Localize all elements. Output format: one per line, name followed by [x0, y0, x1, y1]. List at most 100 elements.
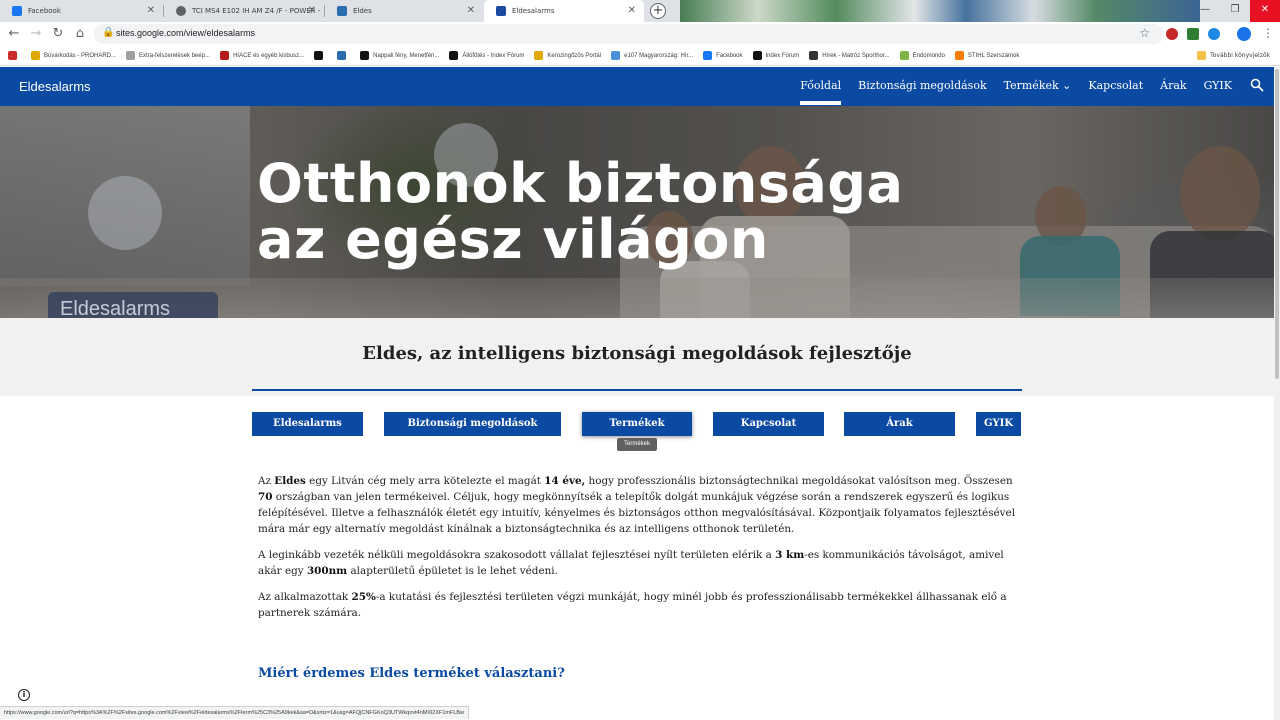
tab-title: Eldesalarms — [512, 7, 555, 15]
paragraph: Az Eldes egy Litván cég mely arra kötele… — [258, 475, 1016, 535]
bookmark-favicon-icon — [126, 51, 136, 60]
emphasis: 25% — [351, 591, 376, 603]
bookmark-item[interactable]: Extra-felszerelések beép... — [126, 51, 210, 60]
intro-text: Az Eldes egy Litván cég mely arra kötele… — [258, 473, 1023, 631]
extension-green-icon[interactable] — [1187, 28, 1199, 40]
url-text[interactable]: sites.google.com/view/eldesalarms — [116, 28, 255, 38]
bookmark-label: Endomondo — [912, 52, 945, 59]
bookmark-item[interactable]: HIACE és egyéb kisbusz... — [220, 51, 304, 60]
bookmark-item[interactable]: e107 Magyarország: Hír... — [611, 51, 693, 60]
browser-menu-icon[interactable]: ⋮ — [1262, 26, 1274, 40]
extension-blue-icon[interactable] — [1208, 28, 1220, 40]
sites-favicon-icon — [496, 6, 506, 16]
section-divider — [252, 389, 1022, 391]
site-title[interactable]: Eldesalarms — [19, 79, 91, 94]
window-close-button[interactable]: ✕ — [1250, 0, 1280, 22]
lock-icon: 🔒 — [102, 27, 115, 38]
scrollbar-thumb[interactable] — [1275, 69, 1279, 379]
tab-close-icon[interactable]: ✕ — [308, 5, 316, 16]
search-icon[interactable] — [1250, 78, 1264, 92]
bookmark-item[interactable]: Búvárkodás - PROHARD... — [31, 51, 116, 60]
bookmark-favicon-icon — [360, 51, 370, 60]
bookmark-item[interactable]: Hírek - Matróz Sporthor... — [809, 51, 890, 60]
back-icon[interactable]: ← — [6, 26, 22, 42]
hero-badge: Eldesalarms — [48, 292, 218, 318]
bookmark-label: Állófűtés - Index Fórum — [462, 52, 525, 59]
profile-avatar-icon[interactable] — [1237, 27, 1251, 41]
emphasis: 70 — [258, 491, 273, 503]
maximize-button[interactable]: ❐ — [1220, 0, 1250, 22]
other-bookmarks-label: További könyvjelzők — [1210, 52, 1270, 59]
bookmark-favicon-icon — [8, 51, 17, 60]
emphasis: Eldes — [274, 475, 306, 487]
paragraph: Az alkalmazottak 25%-a kutatási és fejle… — [258, 591, 1007, 619]
home-icon[interactable]: ⌂ — [72, 26, 88, 42]
tab-title: Eldes — [353, 7, 372, 15]
bookmark-item[interactable]: Állófűtés - Index Fórum — [449, 51, 524, 60]
intro-band: Eldes, az intelligens biztonsági megoldá… — [0, 318, 1280, 396]
bookmark-item[interactable]: STIHL Szerszámok — [954, 51, 1020, 60]
nav-arak[interactable]: Árak — [1160, 79, 1186, 92]
bookmark-favicon-icon — [611, 51, 621, 60]
bookmark-label: STIHL Szerszámok — [967, 52, 1020, 59]
bookmark-favicon-icon — [31, 51, 40, 60]
termekek-button[interactable]: Termékek — [582, 412, 692, 436]
emphasis: 14 éve, — [544, 475, 586, 487]
omnibox[interactable]: 🔒 sites.google.com/view/eldesalarms ☆ — [94, 24, 1164, 44]
nav-fooldal[interactable]: Főoldal — [800, 79, 841, 105]
bookmark-item[interactable]: Nappali fény, Menetfén... — [360, 51, 439, 60]
extension-red-icon[interactable] — [1166, 28, 1178, 40]
bookmark-star-icon[interactable]: ☆ — [1139, 26, 1150, 40]
emphasis: 300nm — [306, 565, 348, 577]
bookmark-favicon-icon — [337, 51, 347, 60]
window-controls: — ❐ ✕ — [1190, 0, 1280, 22]
minimize-button[interactable]: — — [1190, 0, 1220, 22]
tab-close-icon[interactable]: ✕ — [628, 5, 636, 16]
bookmark-favicon-icon — [899, 51, 909, 60]
browser-tab-eldes[interactable]: Eldes ✕ — [325, 0, 483, 22]
nav-kapcsolat[interactable]: Kapcsolat — [1088, 79, 1143, 92]
browser-theme-background — [680, 0, 1200, 22]
reload-icon[interactable]: ↻ — [50, 26, 66, 42]
new-tab-button[interactable]: + — [650, 3, 666, 19]
bookmark-label: Index Fórum — [765, 52, 800, 59]
bookmark-label: Nappali fény, Menetfén... — [373, 52, 440, 59]
bookmark-favicon-icon — [314, 51, 324, 60]
bookmark-item[interactable]: Kerozingőzös Portál — [534, 51, 601, 60]
other-bookmarks[interactable]: További könyvjelzők — [1197, 51, 1270, 60]
forward-icon[interactable]: → — [28, 26, 44, 42]
bookmark-item[interactable]: Facebook — [703, 51, 743, 60]
browser-tab-tci[interactable]: TCI MS4 E102 IH AM Z4 /F - POWER - S ✕ — [164, 0, 324, 22]
hero-title: Otthonok biztonsága az egész világon — [257, 152, 904, 271]
bookmark-label: e107 Magyarország: Hír... — [624, 52, 694, 59]
garage-icon — [88, 176, 162, 250]
bookmark-label: Facebook — [716, 52, 743, 59]
biztonsagi-megoldasok-button[interactable]: Biztonsági megoldások — [384, 412, 561, 436]
bookmark-favicon-icon — [534, 51, 544, 60]
bookmark-item[interactable]: Index Fórum — [752, 51, 800, 60]
nav-termekek[interactable]: Termékek ⌄ — [1004, 79, 1072, 92]
tab-close-icon[interactable]: ✕ — [147, 5, 155, 16]
emphasis: 3 km — [775, 549, 805, 561]
gyik-button[interactable]: GYIK — [976, 412, 1021, 436]
hero-banner: Eldesalarms Otthonok biztonsága az egész… — [0, 106, 1280, 318]
nav-biztonsagi-megoldasok[interactable]: Biztonsági megoldások — [858, 79, 986, 92]
bookmark-label: HIACE és egyéb kisbusz... — [233, 52, 305, 59]
browser-tab-facebook[interactable]: Facebook ✕ — [0, 0, 163, 22]
arak-button[interactable]: Árak — [844, 412, 955, 436]
paragraph: A leginkább vezeték nélküli megoldásokra… — [258, 549, 1004, 577]
bookmark-item[interactable] — [337, 51, 350, 60]
browser-tab-eldesalarms[interactable]: Eldesalarms ✕ — [484, 0, 644, 22]
bookmark-item[interactable] — [8, 51, 21, 60]
bookmark-item[interactable] — [314, 51, 327, 60]
tab-close-icon[interactable]: ✕ — [467, 5, 475, 16]
eldesalarms-button[interactable]: Eldesalarms — [252, 412, 363, 436]
folder-icon — [1197, 51, 1207, 60]
bookmark-item[interactable]: Endomondo — [899, 51, 945, 60]
nav-gyik[interactable]: GYIK — [1204, 79, 1232, 92]
info-icon[interactable]: i — [18, 689, 30, 701]
button-tooltip: Termékek — [617, 438, 657, 451]
kapcsolat-button[interactable]: Kapcsolat — [713, 412, 824, 436]
address-bar: ← → ↻ ⌂ 🔒 sites.google.com/view/eldesala… — [0, 22, 1280, 46]
bookmark-favicon-icon — [449, 51, 459, 60]
